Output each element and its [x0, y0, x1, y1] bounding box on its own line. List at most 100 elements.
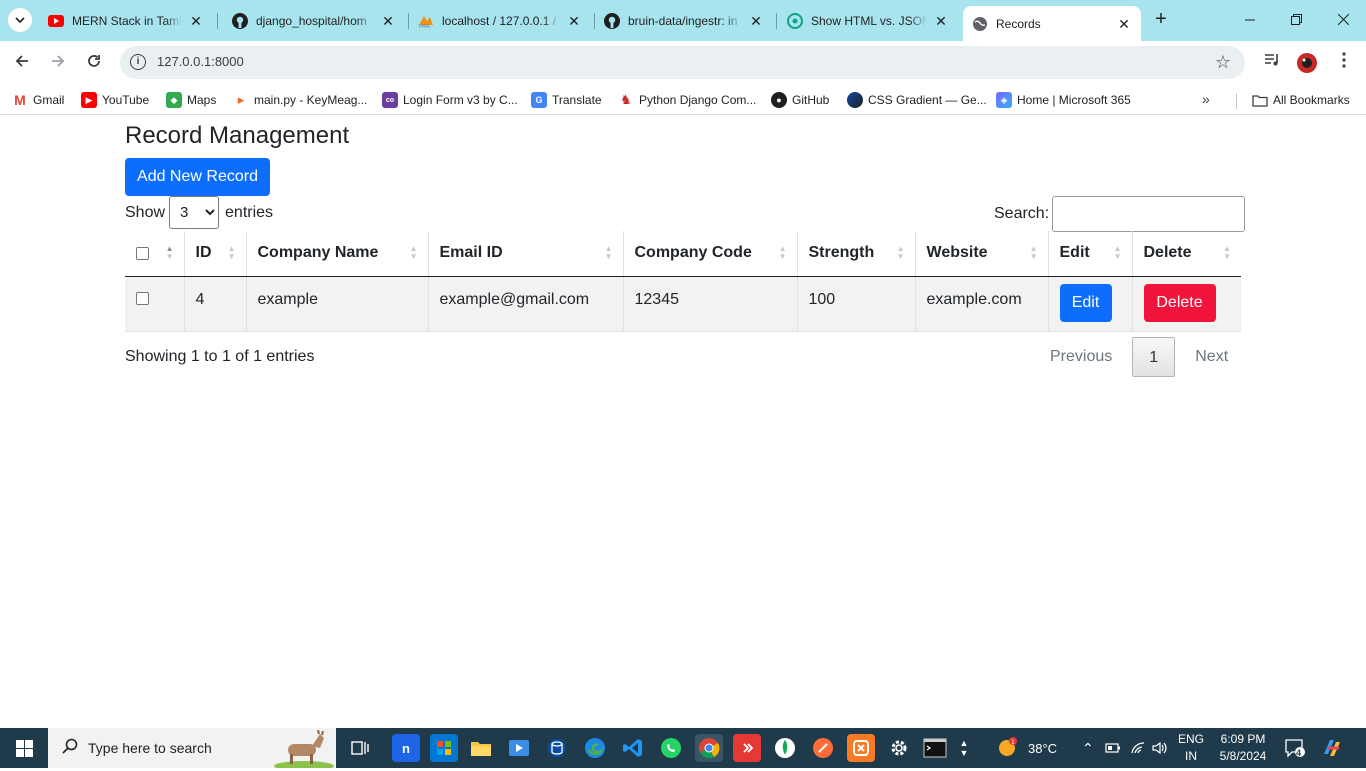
column-header-email-id[interactable]: Email ID ▲ ▼: [428, 231, 624, 277]
postman-icon[interactable]: [809, 734, 837, 762]
column-header-strength[interactable]: Strength ▲ ▼: [797, 231, 916, 277]
taskbar-overflow-icon[interactable]: ▲ ▼: [957, 734, 971, 762]
url-text[interactable]: 127.0.0.1:8000: [157, 54, 244, 69]
add-new-record-button[interactable]: Add New Record: [125, 158, 270, 196]
input-language-indicator[interactable]: ENG IN: [1174, 731, 1208, 765]
minimize-button[interactable]: [1238, 8, 1262, 32]
column-header-delete[interactable]: Delete ▲ ▼: [1132, 231, 1241, 277]
temperature-label: 38°C: [1028, 740, 1058, 756]
bookmark-gmail[interactable]: M Gmail: [12, 91, 64, 109]
microsoft-store-icon[interactable]: [430, 734, 458, 762]
notion-app-icon[interactable]: n: [392, 734, 420, 762]
entries-length-control: Show 3 entries: [125, 196, 273, 229]
bookmark-translate[interactable]: G Translate: [531, 91, 602, 109]
new-tab-button[interactable]: +: [1150, 8, 1172, 30]
notification-center-button[interactable]: 4: [1284, 728, 1306, 768]
globe-icon: [972, 16, 988, 32]
whatsapp-icon[interactable]: [657, 734, 685, 762]
more-menu-icon[interactable]: [1333, 52, 1355, 74]
start-button[interactable]: [0, 728, 48, 768]
close-icon[interactable]: ✕: [1116, 16, 1132, 32]
close-icon[interactable]: ✕: [933, 13, 949, 29]
bookmark-github[interactable]: ● GitHub: [771, 91, 829, 109]
address-bar[interactable]: i 127.0.0.1:8000 ☆: [120, 46, 1245, 79]
column-header-id[interactable]: ID ▲ ▼: [184, 231, 247, 277]
previous-page-button[interactable]: Previous: [1036, 348, 1126, 366]
system-clock[interactable]: 6:09 PM 5/8/2024: [1212, 731, 1274, 765]
reload-button[interactable]: [82, 51, 106, 75]
tab-separator: [776, 13, 777, 29]
bookmark-label: GitHub: [792, 93, 830, 107]
vscode-icon[interactable]: [619, 734, 647, 762]
media-player-icon[interactable]: [505, 734, 533, 762]
chrome-icon[interactable]: [695, 734, 723, 762]
media-control-icon[interactable]: [1261, 52, 1283, 74]
bookmark-css-gradient[interactable]: CSS Gradient — Ge...: [847, 91, 987, 109]
bookmark-login-form[interactable]: co Login Form v3 by C...: [382, 91, 518, 109]
task-view-icon[interactable]: [346, 734, 374, 762]
translate-icon: G: [531, 92, 547, 108]
forward-button[interactable]: [46, 51, 70, 75]
column-header-company-code[interactable]: Company Code ▲ ▼: [623, 231, 798, 277]
entries-select[interactable]: 3: [169, 196, 220, 229]
tab-django-hospital[interactable]: django_hospital/hom ✕: [224, 6, 404, 35]
star-icon[interactable]: ☆: [1215, 52, 1231, 73]
battery-icon[interactable]: [1105, 728, 1121, 768]
all-bookmarks[interactable]: All Bookmarks: [1252, 91, 1350, 109]
taskbar-search[interactable]: Type here to search: [48, 728, 336, 771]
close-icon[interactable]: ✕: [188, 13, 204, 29]
back-button[interactable]: [10, 51, 34, 75]
show-hidden-icons[interactable]: ⌃: [1082, 728, 1094, 768]
close-window-button[interactable]: [1331, 8, 1355, 32]
row-checkbox[interactable]: [136, 291, 149, 305]
column-header-label: Email ID: [439, 244, 503, 262]
delete-button[interactable]: Delete: [1143, 283, 1216, 322]
column-header-website[interactable]: Website ▲ ▼: [915, 231, 1049, 277]
column-header-edit[interactable]: Edit ▲ ▼: [1048, 231, 1133, 277]
tab-search-button[interactable]: [8, 8, 32, 32]
tab-phpmyadmin[interactable]: PMA localhost / 127.0.0.1 / ✕: [410, 6, 590, 35]
column-header-company-name[interactable]: Company Name ▲ ▼: [246, 231, 429, 277]
close-icon[interactable]: ✕: [380, 13, 396, 29]
database-app-icon[interactable]: [543, 734, 571, 762]
bookmark-main-py[interactable]: ▸ main.py - KeyMeag...: [233, 91, 367, 109]
edit-button[interactable]: Edit: [1059, 283, 1112, 322]
profile-avatar[interactable]: [1296, 52, 1318, 74]
wifi-icon[interactable]: [1130, 728, 1146, 768]
bookmark-microsoft-365[interactable]: ◈ Home | Microsoft 365: [996, 91, 1131, 109]
page-content: Record Management Add New Record Show 3 …: [0, 116, 1366, 728]
page-1-button[interactable]: 1: [1132, 337, 1176, 377]
weather-widget[interactable]: 1 38°C: [996, 728, 1057, 768]
edge-browser-icon[interactable]: [581, 734, 609, 762]
folder-icon: [1252, 92, 1268, 108]
tab-mern-stack[interactable]: MERN Stack in Tamil ✕: [40, 6, 212, 35]
restore-button[interactable]: [1284, 8, 1308, 32]
terminal-icon[interactable]: [921, 734, 949, 762]
xampp-icon[interactable]: [847, 734, 875, 762]
bookmark-python-django[interactable]: ♞ Python Django Com...: [618, 91, 756, 109]
pagination: Previous 1 Next: [1036, 337, 1242, 377]
column-header-label: Company Name: [257, 244, 379, 262]
tab-records[interactable]: Records ✕: [963, 6, 1141, 41]
close-icon[interactable]: ✕: [566, 13, 582, 29]
close-icon[interactable]: ✕: [748, 13, 764, 29]
tab-bruin-data[interactable]: bruin-data/ingestr: in ✕: [596, 6, 772, 35]
column-header-label: Delete: [1143, 244, 1192, 262]
anydesk-icon[interactable]: [733, 734, 761, 762]
chevron-double-right-icon[interactable]: »: [1202, 91, 1210, 107]
site-info-icon[interactable]: i: [130, 54, 146, 70]
mongodb-compass-icon[interactable]: [771, 734, 799, 762]
search-input[interactable]: [1052, 196, 1246, 232]
bookmark-maps[interactable]: ◆ Maps: [166, 91, 216, 109]
volume-icon[interactable]: [1152, 728, 1168, 768]
bookmark-youtube[interactable]: ▶ YouTube: [81, 91, 149, 109]
copilot-icon[interactable]: [1320, 728, 1344, 768]
next-page-button[interactable]: Next: [1181, 348, 1242, 366]
tab-show-html-json[interactable]: Show HTML vs. JSON ✕: [779, 6, 957, 35]
tab-title: localhost / 127.0.0.1 /: [442, 13, 557, 28]
file-explorer-icon[interactable]: [467, 734, 495, 762]
select-all-header[interactable]: ▲ ▼: [125, 231, 185, 277]
select-all-checkbox[interactable]: [136, 246, 149, 260]
keymeag-icon: ▸: [233, 92, 249, 108]
settings-gear-icon[interactable]: [885, 734, 913, 762]
